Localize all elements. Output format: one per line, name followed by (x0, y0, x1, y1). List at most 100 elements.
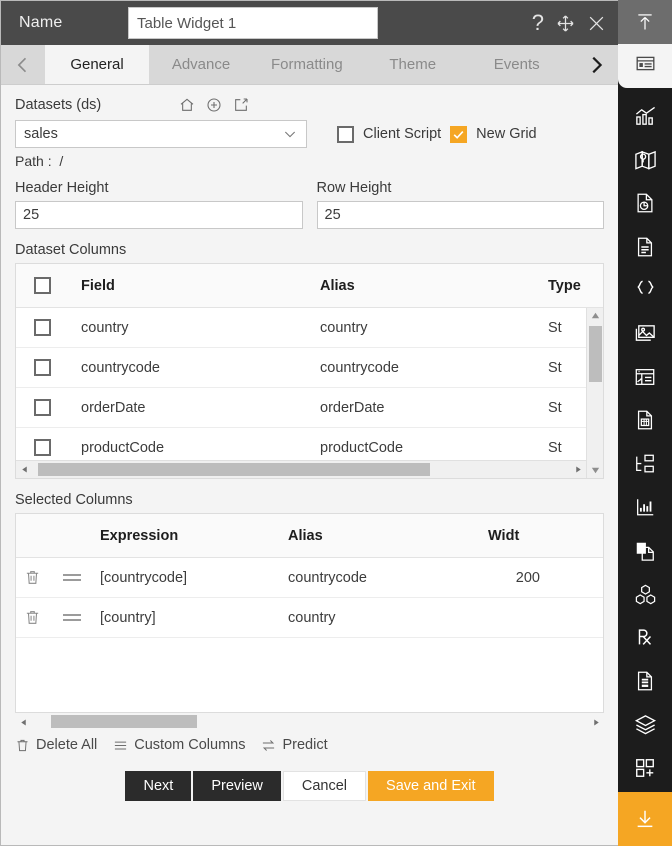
collapse-up-icon[interactable] (618, 0, 672, 44)
scroll-left-icon[interactable] (15, 718, 31, 727)
scroll-down-icon[interactable] (587, 463, 603, 478)
tab-bar: General Advance Formatting Theme Events (1, 45, 618, 85)
sidebar-item-add-widget[interactable] (618, 749, 672, 792)
client-script-checkbox[interactable] (337, 125, 354, 143)
sidebar-item-table-widget[interactable] (618, 44, 672, 88)
move-icon[interactable] (556, 14, 575, 33)
home-icon[interactable] (179, 97, 195, 113)
tab-general-label: General (70, 56, 124, 73)
general-tab-content: Datasets (ds) sales Client Script New Gr… (1, 85, 618, 845)
select-all-checkbox[interactable] (33, 277, 51, 294)
header-field: Field (81, 277, 115, 294)
cancel-button[interactable]: Cancel (282, 771, 367, 801)
predict-label: Predict (282, 737, 328, 753)
drag-handle-icon[interactable] (63, 574, 81, 581)
tab-general[interactable]: General (45, 45, 149, 84)
name-label: Name (19, 14, 63, 31)
header-height-field: Header Height (15, 180, 303, 229)
tab-theme[interactable]: Theme (361, 45, 465, 84)
sidebar-item-code[interactable] (618, 271, 672, 314)
horizontal-scroll-thumb[interactable] (38, 463, 430, 476)
table-row[interactable]: orderDate orderDate St (16, 388, 603, 428)
dataset-vertical-scrollbar[interactable] (586, 308, 603, 478)
path-label: Path : (15, 153, 52, 169)
sidebar-item-chart[interactable] (618, 97, 672, 140)
dataset-select[interactable]: sales (15, 120, 307, 148)
horizontal-scroll-track[interactable] (31, 713, 588, 731)
cell-field: productCode (81, 439, 165, 456)
widget-name-input[interactable] (128, 7, 378, 39)
horizontal-scroll-thumb[interactable] (51, 715, 197, 728)
cell-expression: [countrycode] (100, 569, 188, 586)
list-icon (113, 738, 128, 753)
sidebar-item-bar-chart[interactable] (618, 488, 672, 531)
sidebar-item-document[interactable] (618, 227, 672, 270)
new-grid-label: New Grid (476, 126, 537, 142)
widget-sidebar (618, 0, 672, 846)
sidebar-item-layers[interactable] (618, 705, 672, 748)
widget-editor-window: Name ? (0, 0, 672, 846)
close-icon[interactable] (587, 14, 606, 33)
dataset-columns-grid: Field Alias Type country country St coun… (15, 263, 604, 479)
table-row[interactable]: [country] country (16, 598, 603, 638)
chevron-left-icon[interactable] (1, 45, 45, 84)
sidebar-item-cubes[interactable] (618, 575, 672, 618)
download-icon[interactable] (618, 792, 672, 846)
sidebar-item-map[interactable] (618, 140, 672, 183)
new-grid-checkbox[interactable] (450, 125, 468, 143)
row-height-input[interactable] (316, 201, 604, 229)
table-row[interactable]: countrycode countrycode St (16, 348, 603, 388)
header-height-input[interactable] (15, 201, 303, 229)
sidebar-item-document-calc[interactable] (618, 401, 672, 444)
horizontal-scroll-track[interactable] (32, 461, 570, 478)
sidebar-item-report-document[interactable] (618, 662, 672, 705)
tab-formatting[interactable]: Formatting (253, 45, 361, 84)
select-all-checkbox-cell (16, 277, 68, 294)
custom-columns-button[interactable]: Custom Columns (113, 737, 245, 753)
row-checkbox[interactable] (33, 359, 51, 376)
sidebar-item-calendar-grid[interactable] (618, 358, 672, 401)
dataset-horizontal-scrollbar[interactable] (16, 460, 586, 478)
next-button[interactable]: Next (125, 771, 192, 801)
delete-row-cell (16, 569, 48, 586)
save-and-exit-button[interactable]: Save and Exit (368, 771, 494, 801)
predict-button[interactable]: Predict (261, 737, 328, 753)
scroll-right-icon[interactable] (588, 718, 604, 727)
sidebar-item-copy-document[interactable] (618, 531, 672, 574)
sidebar-item-tree[interactable] (618, 445, 672, 488)
datasets-label: Datasets (ds) (15, 97, 102, 113)
delete-all-button[interactable]: Delete All (15, 737, 97, 753)
cell-field: country (81, 319, 129, 336)
edit-icon[interactable] (233, 97, 249, 113)
image-icon (634, 322, 657, 350)
row-checkbox[interactable] (33, 439, 51, 456)
row-checkbox[interactable] (33, 319, 51, 336)
drag-handle-icon[interactable] (63, 614, 81, 621)
delete-all-label: Delete All (36, 737, 98, 753)
preview-button[interactable]: Preview (193, 771, 281, 801)
table-row[interactable]: [countrycode] countrycode 200 (16, 558, 603, 598)
scroll-right-icon[interactable] (570, 465, 586, 474)
trash-icon[interactable] (24, 609, 41, 626)
sidebar-item-pie-document[interactable] (618, 184, 672, 227)
path-value: / (59, 153, 64, 169)
selected-horizontal-scrollbar[interactable] (15, 713, 604, 731)
scroll-up-icon[interactable] (587, 308, 603, 323)
map-icon (634, 148, 657, 176)
scroll-left-icon[interactable] (16, 465, 32, 474)
tab-advance[interactable]: Advance (149, 45, 253, 84)
selected-columns-grid: Expression Alias Widt [countrycode] coun… (15, 513, 604, 713)
add-circle-icon[interactable] (206, 97, 222, 113)
tab-events[interactable]: Events (465, 45, 569, 84)
sidebar-item-image[interactable] (618, 314, 672, 357)
row-checkbox[interactable] (33, 399, 51, 416)
help-icon[interactable]: ? (532, 12, 544, 34)
dataset-select-row: sales Client Script New Grid (15, 120, 604, 148)
vertical-scroll-thumb[interactable] (589, 326, 602, 382)
header-expression: Expression (100, 527, 179, 544)
chevron-right-icon[interactable] (574, 45, 618, 84)
header-alias: Alias (288, 527, 323, 544)
table-row[interactable]: country country St (16, 308, 603, 348)
trash-icon[interactable] (24, 569, 41, 586)
sidebar-item-prescription[interactable] (618, 618, 672, 661)
